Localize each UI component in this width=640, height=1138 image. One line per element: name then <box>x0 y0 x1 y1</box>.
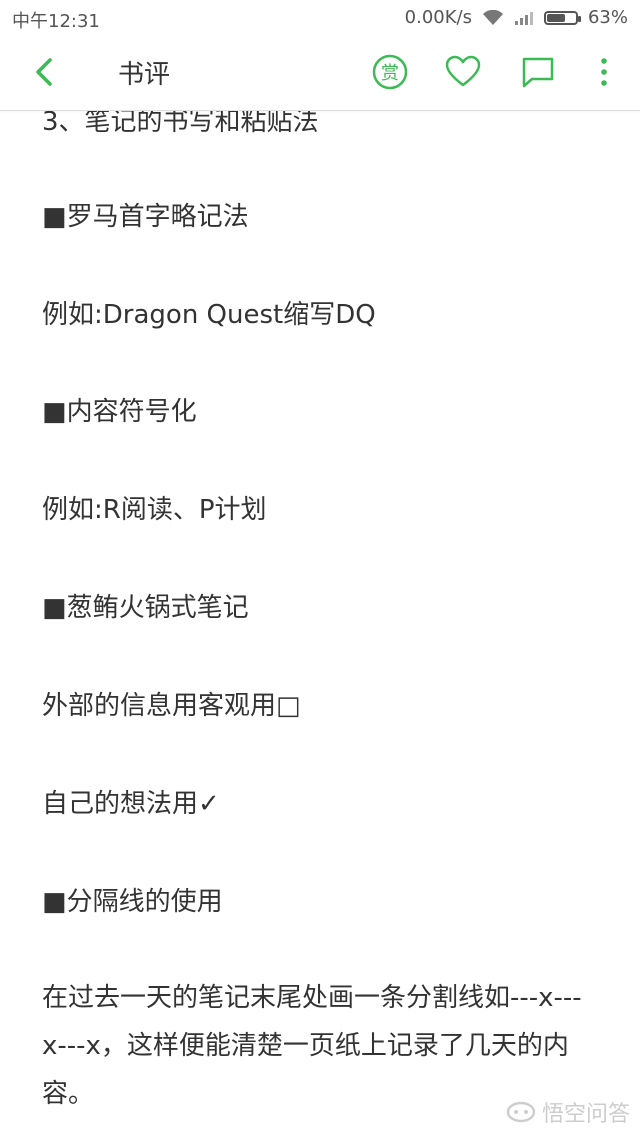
article-paragraph: ■内容符号化 <box>42 397 197 427</box>
battery-icon <box>543 10 581 25</box>
article-paragraph: 外部的信息用客观用□ <box>42 691 301 721</box>
more-options-button[interactable] <box>584 52 624 92</box>
battery-percent: 63% <box>587 7 628 28</box>
article-paragraph: ■分隔线的使用 <box>42 887 223 917</box>
comment-button[interactable] <box>518 52 558 92</box>
article-paragraph: 自己的想法用✓ <box>42 789 220 819</box>
heart-icon <box>445 55 481 87</box>
signal-icon <box>514 11 533 25</box>
status-bar: 中午12:31 0.00K/s 63% <box>0 0 640 34</box>
article-paragraph: 例如:Dragon Quest缩写DQ <box>42 300 376 330</box>
wifi-icon <box>482 9 503 25</box>
article-content: 3、笔记的书写和粘贴法 ■罗马首字略记法 例如:Dragon Quest缩写DQ… <box>0 0 640 1138</box>
comment-icon <box>522 57 554 88</box>
status-time: 中午12:31 <box>12 11 100 32</box>
wukong-logo-icon <box>506 1101 536 1123</box>
battery-level <box>546 13 565 22</box>
reward-button[interactable]: 赏 <box>370 52 410 92</box>
page-title: 书评 <box>118 60 171 90</box>
reward-label: 赏 <box>381 63 399 84</box>
more-vertical-icon <box>601 58 607 86</box>
like-button[interactable] <box>443 52 483 92</box>
chevron-left-icon <box>36 58 52 86</box>
watermark-text: 悟空问答 <box>541 1102 630 1127</box>
net-speed: 0.00K/s <box>404 7 472 28</box>
article-paragraph: ■罗马首字略记法 <box>42 202 249 232</box>
back-button[interactable] <box>26 52 66 92</box>
top-toolbar: 书评 赏 <box>0 34 640 111</box>
status-right: 0.00K/s 63% <box>405 7 628 28</box>
reward-icon: 赏 <box>372 54 408 90</box>
watermark: 悟空问答 <box>506 1096 630 1128</box>
article-paragraph: ■葱鲔火锅式笔记 <box>42 593 249 623</box>
article-paragraph: 例如:R阅读、P计划 <box>42 495 267 525</box>
